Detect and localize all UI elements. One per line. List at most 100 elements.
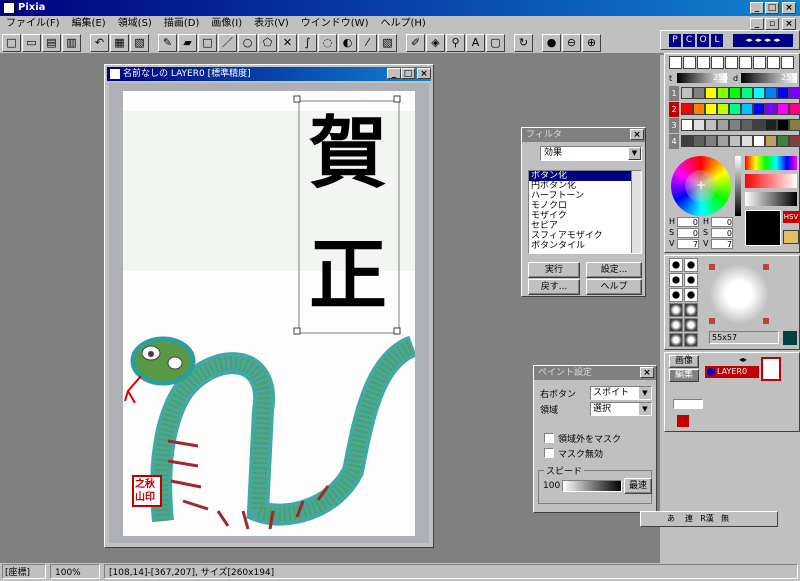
palette-swatch[interactable] [717,135,729,147]
current-color-swatch[interactable] [745,210,781,246]
hsv-input[interactable]: 7 [711,239,733,249]
mdi-close-button[interactable]: × [782,18,796,30]
help-button[interactable]: ヘルプ [586,279,642,295]
layer-tool-icon[interactable] [677,415,689,427]
filter-list-scrollbar[interactable] [631,171,641,253]
filter-list-item[interactable]: ハーフトーン [529,191,633,201]
gradient-icon[interactable]: ▧ [378,34,397,52]
palette-swatch[interactable] [693,87,705,99]
brush-preset[interactable] [669,273,683,287]
hue-strip[interactable] [745,156,797,170]
dot-icon[interactable] [683,56,696,69]
palette-swatch[interactable] [705,135,717,147]
speed-slider[interactable] [562,480,622,492]
drop-icon[interactable] [697,56,710,69]
palette-swatch[interactable] [717,103,729,115]
undo-icon[interactable]: ↶ [90,34,109,52]
palette-swatch[interactable] [705,87,717,99]
palette-swatch[interactable] [789,87,800,99]
filter-list-item[interactable]: スフィアモザイク [529,231,633,241]
filter-list-item[interactable]: モノクロ [529,201,633,211]
redo-icon[interactable]: ▦ [110,34,129,52]
palette-swatch[interactable] [765,103,777,115]
right-button-select[interactable]: スポイト ▼ [590,386,652,400]
ime-grip-icon[interactable] [645,513,661,525]
saturation-strip[interactable] [745,174,797,188]
mask-off-checkbox[interactable] [544,448,554,458]
pen-icon[interactable]: ✎ [158,34,177,52]
filter-list-item[interactable]: セピア [529,221,633,231]
print-icon[interactable]: ▥ [62,34,81,52]
menu-item[interactable]: ウインドウ(W) [295,16,375,32]
ime-help-icon[interactable] [753,513,769,525]
canvas-minimize-button[interactable]: _ [387,68,401,79]
canvas-close-button[interactable]: × [417,68,431,79]
curve-icon[interactable]: ∫ [298,34,317,52]
filter-category-select[interactable]: 効果 ▼ [540,146,642,161]
circle-icon[interactable] [739,56,752,69]
lasso-icon[interactable]: ◌ [318,34,337,52]
ime-pad-icon[interactable] [735,513,751,525]
swatch-icon[interactable] [781,56,794,69]
filter-close-button[interactable]: × [630,129,644,140]
brush-preset[interactable] [684,288,698,302]
menu-item[interactable]: 描画(D) [158,16,206,32]
globe-icon[interactable]: ● [542,34,561,52]
fill-circle-icon[interactable] [753,56,766,69]
tab-p[interactable]: P [669,34,681,47]
rect-icon[interactable]: □ [198,34,217,52]
pencil-icon[interactable] [669,56,682,69]
frame-icon[interactable]: ▢ [486,34,505,52]
palette-swatch[interactable] [777,103,789,115]
tab-l[interactable]: L [711,34,723,47]
layer-row[interactable]: LAYER0 [705,366,759,378]
brush-preset[interactable] [669,318,683,332]
hsv-input[interactable]: 0 [677,228,699,238]
palette-swatch[interactable] [681,119,693,131]
zoom-out-icon[interactable]: ⊖ [562,34,581,52]
palette-swatch[interactable] [717,87,729,99]
layer-name-field[interactable] [673,399,703,409]
filter-list-item[interactable]: モザイク [529,211,633,221]
palette-swatch[interactable] [777,135,789,147]
palette-swatch[interactable] [729,87,741,99]
diamond-icon[interactable] [767,56,780,69]
palette-swatch[interactable] [693,135,705,147]
canvas-titlebar[interactable]: 名前なしの LAYER0 [標準精度] _ □ × [107,67,431,81]
palette-swatch[interactable] [741,135,753,147]
palette-swatch[interactable] [765,87,777,99]
zoom-icon[interactable]: ⚲ [446,34,465,52]
palette-row-number[interactable]: 2 [669,102,679,117]
menu-item[interactable]: ファイル(F) [0,16,66,32]
brush-preset[interactable] [684,273,698,287]
eyedropper-icon[interactable]: ⁄ [358,34,377,52]
palette-swatch[interactable] [789,135,800,147]
menu-item[interactable]: 領域(S) [112,16,158,32]
palette-swatch[interactable] [753,119,765,131]
layer-thumbnail[interactable] [761,357,781,381]
menu-item[interactable]: 表示(V) [248,16,295,32]
open-icon[interactable]: ▭ [22,34,41,52]
paint-settings-titlebar[interactable]: ペイント設定 × [534,366,656,380]
hsv-input[interactable]: 0 [677,217,699,227]
palette-swatch[interactable] [705,103,717,115]
palette-swatch[interactable] [729,135,741,147]
canvas-area[interactable]: 賀 正 之秋山印 [109,83,429,543]
brush-preset[interactable] [669,258,683,272]
minimize-button[interactable]: _ [750,2,764,14]
palette-swatch[interactable] [753,103,765,115]
brush-preview[interactable] [709,264,769,324]
grid-icon[interactable] [783,331,797,345]
hsv-button[interactable]: HSV [783,211,799,223]
nav-arrows-icon[interactable]: ◂▸ ◂▸ ◂▸ ◂▸ [733,34,793,47]
brush-preset[interactable] [669,303,683,317]
palette-swatch[interactable] [729,103,741,115]
close-button[interactable]: × [782,2,796,14]
undo-filter-button[interactable]: 戻す... [528,279,580,295]
color-wheel[interactable]: + [671,156,731,216]
brush-preset[interactable] [684,303,698,317]
chevron-down-icon[interactable]: ▼ [639,403,651,415]
palette-swatch[interactable] [777,119,789,131]
layer-arrows-icon[interactable]: ◂▸ [739,355,747,364]
filter-list-item[interactable]: ボタンタイル [529,241,633,251]
